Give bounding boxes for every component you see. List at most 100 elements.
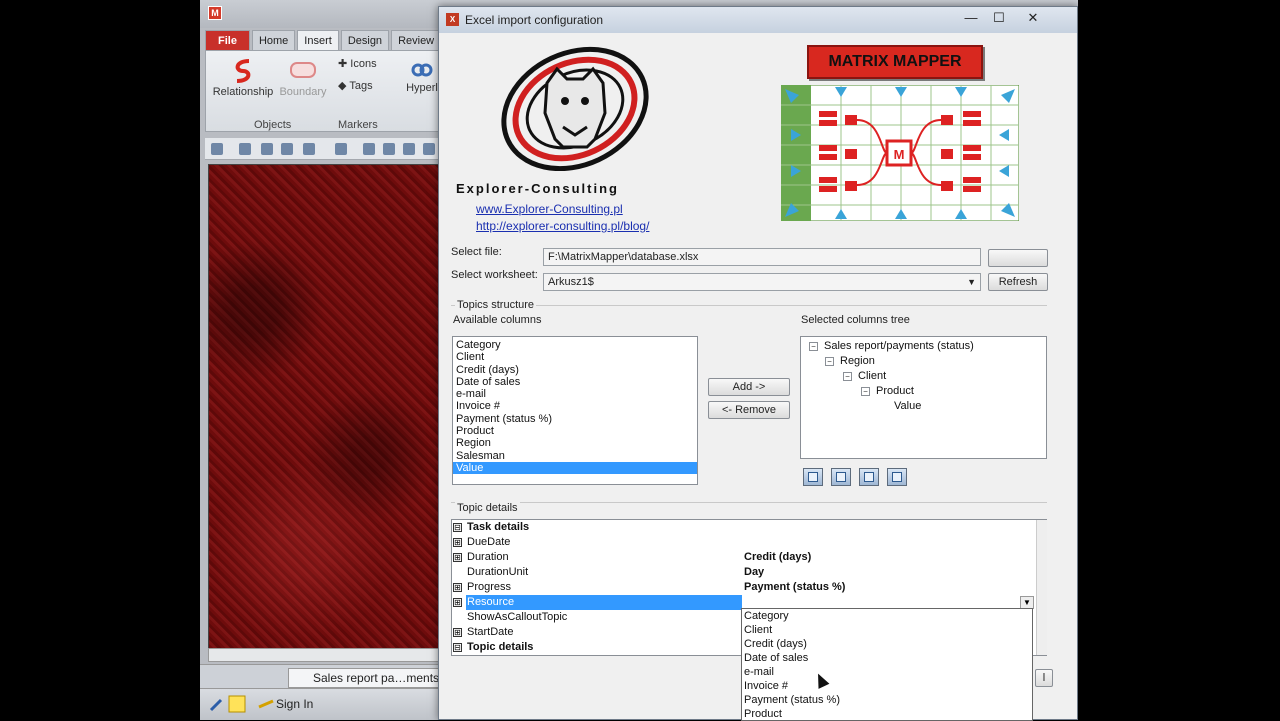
- website-link[interactable]: www.Explorer-Consulting.pl: [476, 202, 623, 216]
- tree-node-label: Region: [840, 355, 875, 367]
- property-row-progress[interactable]: ⊞ Progress Payment (status %): [452, 580, 1036, 595]
- minimize-button[interactable]: —: [957, 9, 985, 27]
- tree-node-root[interactable]: − Sales report/payments (status): [809, 340, 974, 352]
- list-item[interactable]: Client: [453, 351, 697, 363]
- property-row-durationunit[interactable]: DurationUnit Day: [452, 565, 1036, 580]
- collapse-icon[interactable]: ⊟: [453, 643, 462, 652]
- divider: [451, 305, 1047, 306]
- dropdown-option[interactable]: Category: [742, 609, 1032, 623]
- list-item[interactable]: Salesman: [453, 450, 697, 462]
- list-item[interactable]: Payment (status %): [453, 413, 697, 425]
- sign-in-button[interactable]: Sign In: [276, 697, 313, 711]
- move-down-button[interactable]: [831, 468, 851, 486]
- property-value[interactable]: Day: [744, 565, 764, 580]
- list-item[interactable]: Product: [453, 425, 697, 437]
- browse-button[interactable]: [988, 249, 1048, 267]
- list-item[interactable]: e-mail: [453, 388, 697, 400]
- list-item[interactable]: Credit (days): [453, 364, 697, 376]
- property-row-duration[interactable]: ⊞ Duration Credit (days): [452, 550, 1036, 565]
- list-item-selected[interactable]: Value: [453, 461, 697, 475]
- tags-button[interactable]: ◆ Tags: [338, 79, 388, 92]
- worksheet-select[interactable]: Arkusz1$ ▼: [543, 273, 981, 291]
- property-category-task-details[interactable]: ⊟ Task details: [452, 520, 1036, 535]
- expand-icon[interactable]: ⊞: [453, 538, 462, 547]
- tool-icon[interactable]: [403, 143, 415, 155]
- tab-design[interactable]: Design: [340, 30, 390, 50]
- dropdown-option[interactable]: e-mail: [742, 665, 1032, 679]
- mindjet-app-icon[interactable]: M: [208, 6, 222, 20]
- collapse-icon[interactable]: −: [825, 357, 834, 366]
- expand-icon[interactable]: ⊞: [453, 553, 462, 562]
- dropdown-option[interactable]: Client: [742, 623, 1032, 637]
- indent-button[interactable]: [859, 468, 879, 486]
- selected-columns-tree[interactable]: − Sales report/payments (status) − Region …: [800, 336, 1047, 459]
- print-icon[interactable]: [281, 143, 293, 155]
- help-icon[interactable]: [363, 143, 375, 155]
- property-name: DueDate: [467, 536, 511, 548]
- tags-icon: ◆: [338, 80, 350, 92]
- grid-scrollbar[interactable]: [1036, 520, 1047, 655]
- move-up-button[interactable]: [803, 468, 823, 486]
- ok-button-partial[interactable]: l: [1035, 669, 1053, 687]
- hyperlink-button[interactable]: Hyperl: [402, 61, 442, 94]
- close-button[interactable]: ✕: [1019, 9, 1047, 27]
- highlight-icon[interactable]: [228, 695, 246, 713]
- property-value[interactable]: Credit (days): [744, 550, 811, 565]
- document-tab[interactable]: Sales report pa…ments: [288, 668, 449, 688]
- boundary-icon: [290, 62, 316, 78]
- collapse-icon[interactable]: −: [809, 342, 818, 351]
- tool-icon[interactable]: [383, 143, 395, 155]
- available-columns-list[interactable]: Category Client Credit (days) Date of sa…: [452, 336, 698, 485]
- property-name: Resource: [466, 595, 742, 610]
- boundary-button[interactable]: Boundary: [276, 57, 330, 98]
- list-item[interactable]: Region: [453, 437, 697, 449]
- expand-icon[interactable]: ⊞: [453, 628, 462, 637]
- new-icon[interactable]: [211, 143, 223, 155]
- redo-icon[interactable]: [335, 143, 347, 155]
- map-canvas[interactable]: [208, 164, 440, 649]
- resource-dropdown-list[interactable]: Category Client Credit (days) Date of sa…: [741, 608, 1033, 721]
- horizontal-scrollbar[interactable]: [208, 648, 440, 662]
- tab-home[interactable]: Home: [251, 30, 296, 50]
- tree-node-region[interactable]: − Region: [825, 355, 875, 367]
- dropdown-option[interactable]: Payment (status %): [742, 693, 1032, 707]
- list-item[interactable]: Date of sales: [453, 376, 697, 388]
- tree-node-product[interactable]: − Product: [861, 385, 914, 397]
- pen-icon[interactable]: [208, 697, 224, 713]
- dropdown-option[interactable]: Credit (days): [742, 637, 1032, 651]
- add-button[interactable]: Add ->: [708, 378, 790, 396]
- file-path-field[interactable]: F:\MatrixMapper\database.xlsx: [543, 248, 981, 266]
- property-row-duedate[interactable]: ⊞ DueDate: [452, 535, 1036, 550]
- blog-link[interactable]: http://explorer-consulting.pl/blog/: [476, 219, 649, 233]
- tab-review[interactable]: Review: [391, 30, 442, 50]
- expand-icon[interactable]: ⊞: [453, 583, 462, 592]
- tree-node-client[interactable]: − Client: [843, 370, 886, 382]
- maximize-button[interactable]: ☐: [985, 9, 1013, 27]
- refresh-button[interactable]: Refresh: [988, 273, 1048, 291]
- dropdown-option[interactable]: Invoice #: [742, 679, 1032, 693]
- save-icon[interactable]: [261, 143, 273, 155]
- expand-icon[interactable]: ⊞: [453, 598, 462, 607]
- undo-icon[interactable]: [303, 143, 315, 155]
- collapse-icon[interactable]: ⊟: [453, 523, 462, 532]
- tree-node-value[interactable]: Value: [894, 400, 921, 412]
- relationship-button[interactable]: Relationship: [212, 57, 274, 98]
- open-icon[interactable]: [239, 143, 251, 155]
- tree-node-label: Value: [894, 400, 922, 412]
- list-item[interactable]: Invoice #: [453, 400, 697, 412]
- tab-file[interactable]: File: [205, 30, 250, 50]
- property-value[interactable]: Payment (status %): [744, 580, 845, 595]
- collapse-icon[interactable]: −: [861, 387, 870, 396]
- icons-button[interactable]: ✚ Icons: [338, 57, 388, 70]
- tree-node-label: Sales report/payments (status): [824, 340, 974, 352]
- dropdown-option[interactable]: Product: [742, 707, 1032, 720]
- remove-button[interactable]: <- Remove: [708, 401, 790, 419]
- property-name: Topic details: [467, 641, 534, 653]
- collapse-icon[interactable]: −: [843, 372, 852, 381]
- tool-icon[interactable]: [423, 143, 435, 155]
- outdent-button[interactable]: [887, 468, 907, 486]
- tree-node-label: Product: [876, 385, 914, 397]
- tab-insert[interactable]: Insert: [297, 30, 339, 50]
- list-item[interactable]: Category: [453, 339, 697, 351]
- dropdown-option[interactable]: Date of sales: [742, 651, 1032, 665]
